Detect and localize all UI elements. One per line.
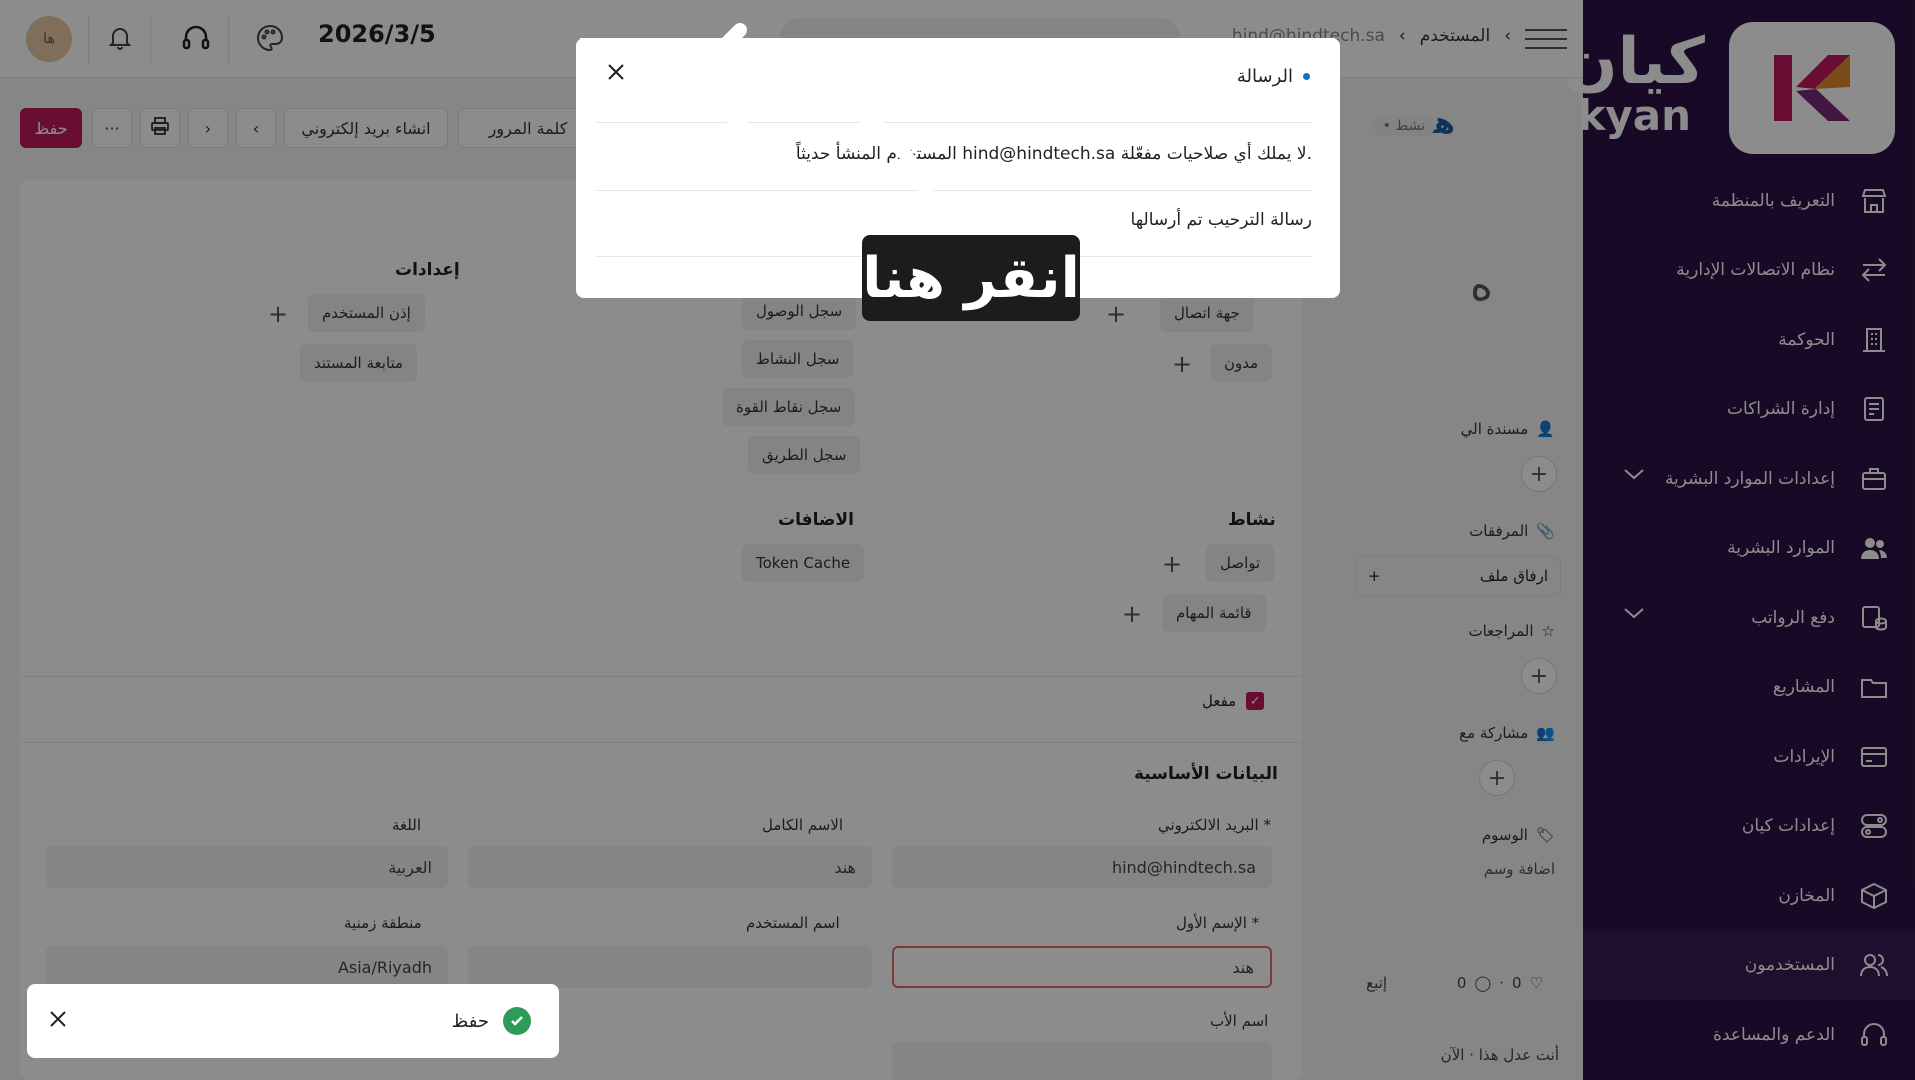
pointer-arrow-icon	[683, 23, 937, 207]
toast-close-button[interactable]	[49, 1010, 67, 1032]
close-icon	[606, 62, 626, 86]
dialog-message-2: رسالة الترحيب تم أرسالها	[1130, 210, 1312, 230]
check-circle-icon	[503, 1007, 531, 1035]
click-here-callout: انقر هنا	[862, 235, 1080, 321]
dialog-close-button[interactable]	[580, 38, 652, 110]
toast-notification: حفظ	[27, 984, 559, 1058]
toast-message: حفظ	[452, 1007, 531, 1035]
bullet-icon	[1303, 73, 1310, 80]
dialog-title: الرسالة	[1237, 66, 1310, 87]
toast-text: حفظ	[451, 1010, 489, 1032]
